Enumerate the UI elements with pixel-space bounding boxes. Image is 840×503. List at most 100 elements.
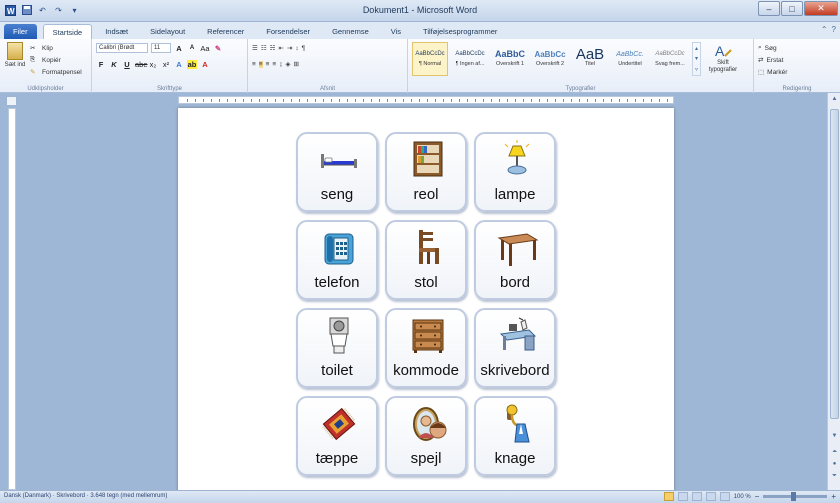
change-styles-button[interactable]: A Skift typografier <box>705 42 741 76</box>
card-seng[interactable]: seng <box>296 132 378 212</box>
sort-icon[interactable]: ↕ <box>295 45 298 52</box>
card-taeppe[interactable]: tæppe <box>296 396 378 476</box>
full-screen-view-button[interactable] <box>677 492 688 501</box>
toilet-icon <box>329 317 349 354</box>
chevron-down-icon[interactable]: ▾ <box>695 55 698 62</box>
style-title[interactable]: AaB Titel <box>572 42 608 76</box>
tab-addins[interactable]: Tilføjelsesprogrammer <box>414 24 506 39</box>
paste-button[interactable]: Sæt ind <box>4 42 26 76</box>
style-no-spacing[interactable]: AaBbCcDc ¶ Ingen af... <box>452 42 488 76</box>
multilevel-list-icon[interactable]: ☵ <box>270 44 276 52</box>
superscript-icon[interactable]: x² <box>161 60 171 69</box>
card-stol[interactable]: stol <box>385 220 467 300</box>
help-icon[interactable]: ? <box>832 25 836 34</box>
draft-view-button[interactable] <box>719 492 730 501</box>
print-layout-view-button[interactable] <box>663 492 674 501</box>
highlight-icon[interactable]: ab <box>187 59 197 69</box>
card-knage[interactable]: knage <box>474 396 556 476</box>
card-reol[interactable]: reol <box>385 132 467 212</box>
tab-insert[interactable]: Indsæt <box>96 24 137 39</box>
card-bord[interactable]: bord <box>474 220 556 300</box>
align-left-icon[interactable]: ≡ <box>252 61 256 68</box>
line-spacing-icon[interactable]: ↨ <box>279 61 282 68</box>
scroll-up-icon[interactable]: ▲ <box>830 96 839 106</box>
copy-button[interactable]: ⎘ Kopiér <box>30 54 82 66</box>
clear-format-icon[interactable]: ✎ <box>213 44 223 53</box>
font-color-icon[interactable]: A <box>200 60 210 69</box>
tab-references[interactable]: Referencer <box>198 24 253 39</box>
card-spejl[interactable]: spejl <box>385 396 467 476</box>
format-painter-button[interactable]: ✎ Formatpensel <box>30 66 82 78</box>
horizontal-ruler[interactable] <box>178 96 674 104</box>
style-subtitle[interactable]: AaBbCc. Undertitel <box>612 42 648 76</box>
card-label: tæppe <box>315 450 359 467</box>
card-telefon[interactable]: telefon <box>296 220 378 300</box>
shrink-font-icon[interactable]: A <box>187 45 197 51</box>
web-layout-view-button[interactable] <box>691 492 702 501</box>
grow-font-icon[interactable]: A <box>174 44 184 53</box>
card-toilet[interactable]: toilet <box>296 308 378 388</box>
previous-page-icon[interactable]: ⏶ <box>830 449 839 459</box>
numbering-icon[interactable]: ☷ <box>261 44 267 52</box>
tab-home[interactable]: Startside <box>42 24 93 39</box>
italic-icon[interactable]: K <box>109 60 119 69</box>
tab-review[interactable]: Gennemse <box>323 24 378 39</box>
next-page-icon[interactable]: ⏷ <box>830 473 839 483</box>
align-center-icon[interactable]: ≡ <box>258 60 263 68</box>
minimize-ribbon-icon[interactable]: ⌃ <box>821 25 828 34</box>
vertical-scrollbar[interactable]: ▲ ▼ ⏶ ● ⏷ <box>827 93 840 490</box>
style-subtle-emphasis[interactable]: AaBbCcDc Svag frem... <box>652 42 688 76</box>
style-heading-1[interactable]: AaBbC Overskrift 1 <box>492 42 528 76</box>
card-kommode[interactable]: kommode <box>385 308 467 388</box>
more-styles-icon[interactable]: ▿ <box>695 66 698 73</box>
card-label: reol <box>413 186 439 203</box>
change-case-icon[interactable]: Aa <box>200 44 210 53</box>
scroll-thumb[interactable] <box>830 109 839 419</box>
card-skrivebord[interactable]: skrivebord <box>474 308 556 388</box>
bold-icon[interactable]: F <box>96 60 106 69</box>
close-button[interactable]: ✕ <box>804 1 838 16</box>
shading-icon[interactable]: ◈ <box>285 60 290 68</box>
zoom-in-icon[interactable]: + <box>831 492 836 501</box>
card-lampe[interactable]: lampe <box>474 132 556 212</box>
zoom-slider[interactable] <box>763 492 828 501</box>
maximize-button[interactable]: □ <box>781 1 803 16</box>
zoom-out-icon[interactable]: − <box>755 492 760 501</box>
strikethrough-icon[interactable]: abe <box>135 60 148 69</box>
underline-icon[interactable]: U <box>122 60 132 69</box>
cut-button[interactable]: ✂ Klip <box>30 42 82 54</box>
decrease-indent-icon[interactable]: ⇤ <box>278 44 283 52</box>
tab-selector[interactable] <box>6 96 17 106</box>
font-name-select[interactable]: Calibri (Brødt <box>96 43 148 53</box>
find-button[interactable]: ⌕ Søg <box>758 42 836 54</box>
browse-object-icon[interactable]: ● <box>830 461 839 471</box>
pilcrow-icon[interactable]: ¶ <box>302 45 306 52</box>
ruler-tick <box>579 99 580 102</box>
scroll-down-icon[interactable]: ▼ <box>830 433 839 443</box>
style-normal[interactable]: AaBbCcDc ¶ Normal <box>412 42 448 76</box>
tab-page-layout[interactable]: Sidelayout <box>141 24 194 39</box>
style-heading-2[interactable]: AaBbCc Overskrift 2 <box>532 42 568 76</box>
justify-icon[interactable]: ≡ <box>272 61 276 68</box>
font-size-select[interactable]: 11 <box>151 43 171 53</box>
tab-file[interactable]: Filer <box>4 24 37 39</box>
increase-indent-icon[interactable]: ⇥ <box>287 44 292 52</box>
status-text[interactable]: Dansk (Danmark) · Skrivebord · 3.648 teg… <box>4 493 167 499</box>
subscript-icon[interactable]: x₂ <box>148 60 158 69</box>
minimize-button[interactable]: – <box>758 1 780 16</box>
tab-mailings[interactable]: Forsendelser <box>257 24 319 39</box>
zoom-slider-knob[interactable] <box>791 492 797 501</box>
align-right-icon[interactable]: ≡ <box>266 61 270 68</box>
replace-button[interactable]: ⇄ Erstat <box>758 54 836 66</box>
text-effects-icon[interactable]: A <box>174 60 184 69</box>
chevron-up-icon[interactable]: ▴ <box>695 45 698 52</box>
tab-view[interactable]: Vis <box>382 24 410 39</box>
zoom-level[interactable]: 100 % <box>734 494 751 500</box>
vertical-ruler[interactable] <box>8 108 16 490</box>
borders-icon[interactable]: ⊞ <box>293 60 298 68</box>
bullets-icon[interactable]: ☰ <box>252 44 258 52</box>
document-page[interactable]: seng reol lampe telefon stol bord toilet… <box>178 108 674 498</box>
select-button[interactable]: ⬚ Markér <box>758 66 836 78</box>
outline-view-button[interactable] <box>705 492 716 501</box>
styles-scroll[interactable]: ▴ ▾ ▿ <box>692 42 701 76</box>
